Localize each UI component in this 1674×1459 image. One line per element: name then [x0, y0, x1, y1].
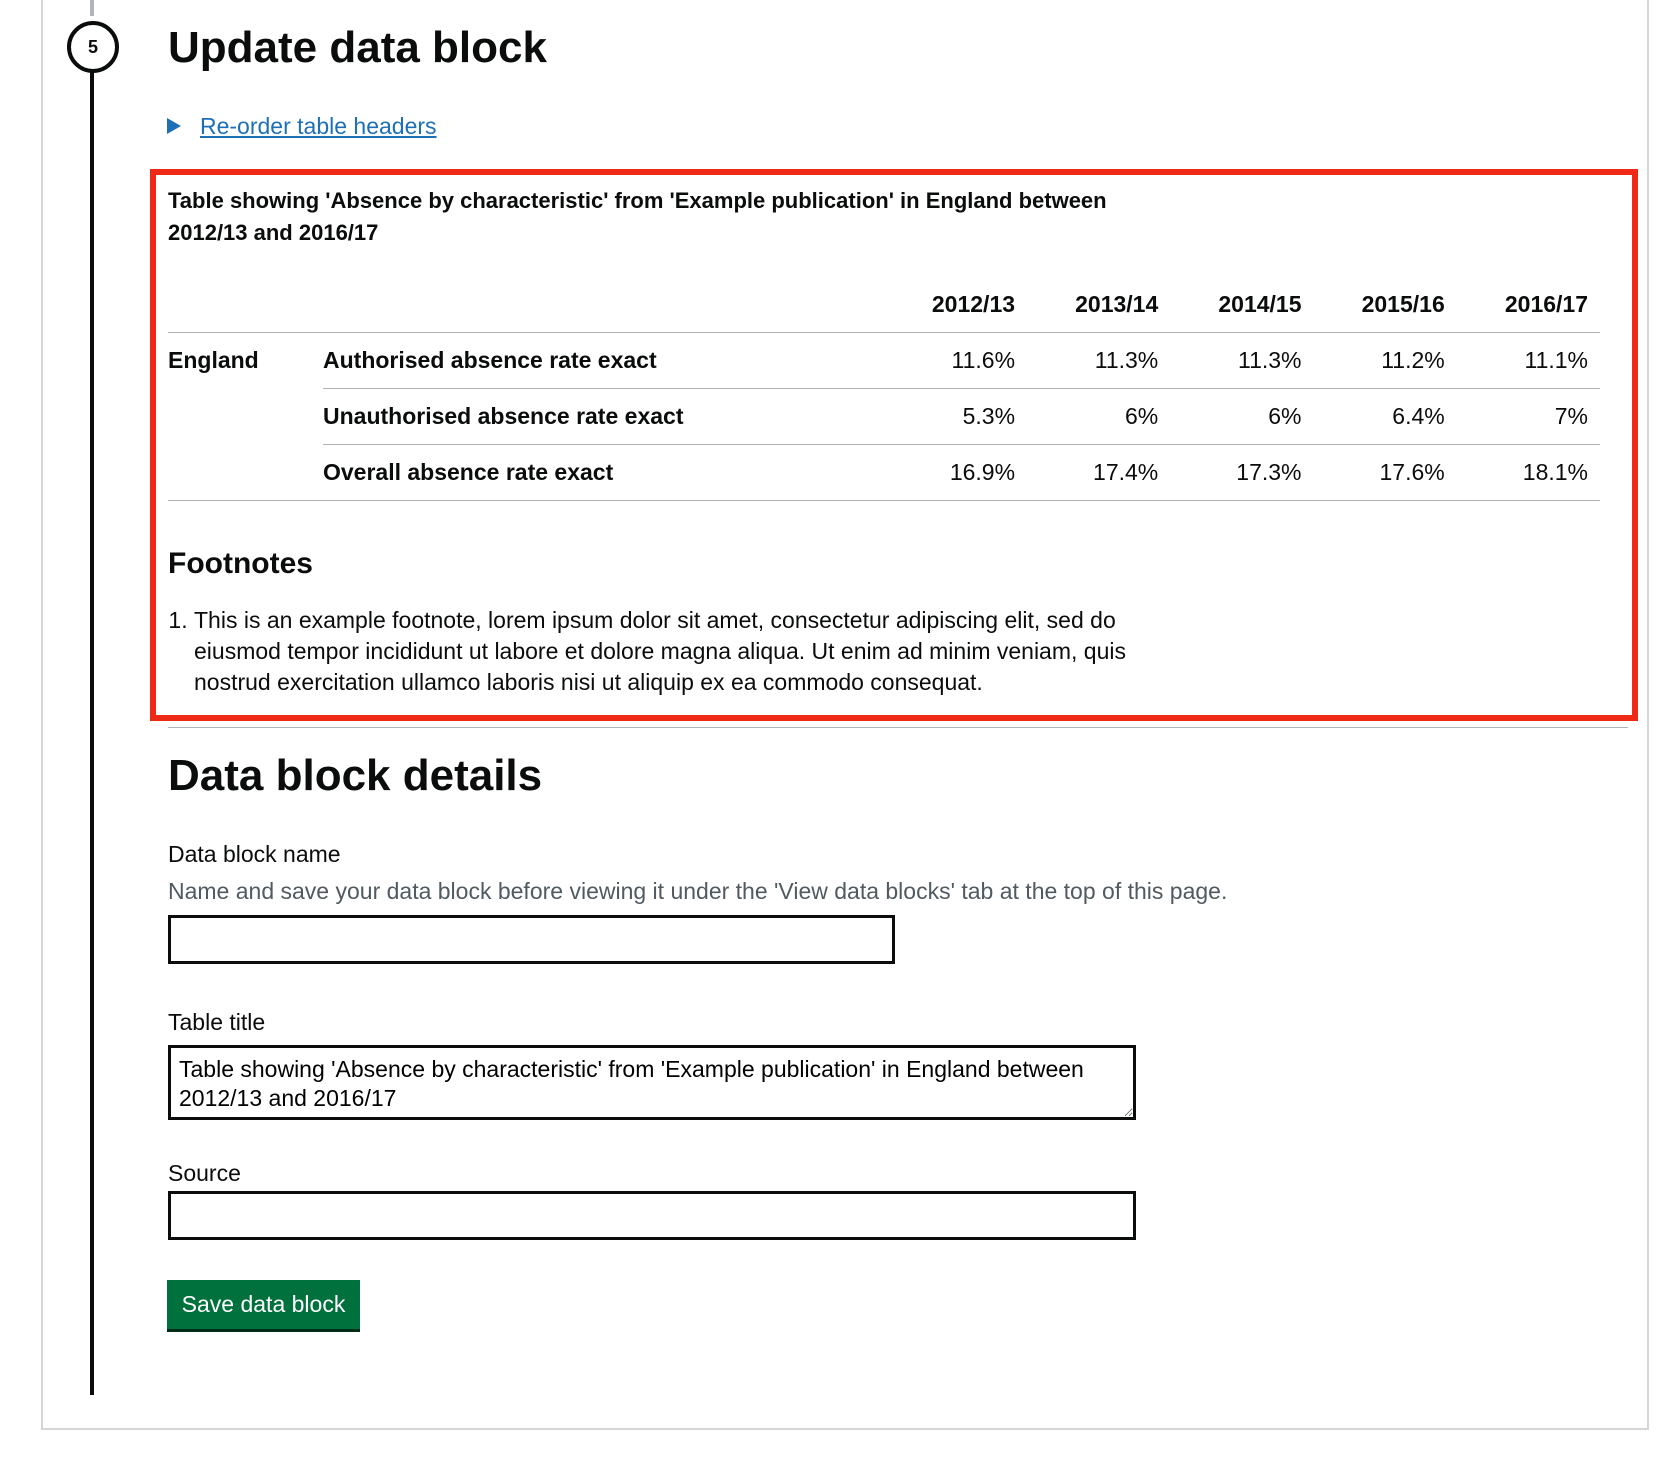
data-block-name-input[interactable] — [168, 915, 895, 964]
footnotes-heading: Footnotes — [168, 547, 313, 580]
table-cell: 17.3% — [1170, 444, 1314, 501]
triangle-right-icon — [167, 118, 181, 134]
table-cell: 11.1% — [1456, 332, 1600, 389]
data-block-name-hint: Name and save your data block before vie… — [168, 878, 1228, 904]
table-title-textarea[interactable]: Table showing 'Absence by characteristic… — [168, 1045, 1136, 1120]
table-cell: 6% — [1170, 388, 1314, 445]
column-header: 2016/17 — [1456, 277, 1600, 333]
data-block-name-label: Data block name — [168, 841, 341, 867]
reorder-headers-toggle[interactable]: Re-order table headers — [167, 111, 437, 141]
table-cell: 11.2% — [1313, 332, 1457, 389]
table-cell: 6% — [1027, 388, 1171, 445]
section-divider — [168, 727, 1628, 728]
table-title-label: Table title — [168, 1009, 266, 1035]
row-header: Unauthorised absence rate exact — [323, 388, 884, 445]
data-block-details-heading: Data block details — [168, 751, 543, 800]
header-spacer — [323, 277, 884, 333]
step-number: 5 — [87, 36, 98, 57]
table-cell: 17.6% — [1313, 444, 1457, 501]
footnotes-list: This is an example footnote, lorem ipsum… — [168, 605, 1174, 698]
table-row: Overall absence rate exact 16.9% 17.4% 1… — [168, 444, 1600, 501]
table-row: England Authorised absence rate exact 11… — [168, 332, 1600, 501]
row-header: Authorised absence rate exact — [323, 332, 884, 389]
save-data-block-button[interactable]: Save data block — [167, 1280, 360, 1329]
column-header: 2015/16 — [1313, 277, 1457, 333]
step-connector — [90, 72, 94, 1395]
column-header: 2014/15 — [1170, 277, 1314, 333]
source-input[interactable] — [168, 1191, 1136, 1240]
table-cell: 18.1% — [1456, 444, 1600, 501]
table-cell: 11.6% — [883, 332, 1028, 389]
table-cell: 7% — [1456, 388, 1600, 445]
row-header: Overall absence rate exact — [323, 444, 884, 501]
table-cell: 16.9% — [883, 444, 1028, 501]
step-connector-previous — [90, 0, 94, 16]
table-cell: 5.3% — [883, 388, 1028, 445]
table-row: Unauthorised absence rate exact 5.3% 6% … — [168, 388, 1600, 445]
table-cell: 6.4% — [1313, 388, 1457, 445]
step-number-badge: 5 — [67, 21, 119, 73]
table-cell: 17.4% — [1027, 444, 1171, 501]
column-header: 2012/13 — [883, 277, 1028, 333]
table-header-row: 2012/13 2013/14 2014/15 2015/16 2016/17 — [168, 277, 1600, 333]
data-table: 2012/13 2013/14 2014/15 2015/16 2016/17 … — [168, 277, 1600, 501]
step-title: Update data block — [168, 23, 547, 72]
table-cell: 11.3% — [1170, 332, 1314, 389]
footnote-item: This is an example footnote, lorem ipsum… — [194, 605, 1174, 698]
reorder-headers-link[interactable]: Re-order table headers — [200, 111, 437, 141]
source-label: Source — [168, 1160, 241, 1186]
table-cell: 11.3% — [1027, 332, 1171, 389]
row-group-header: England — [168, 332, 323, 501]
header-spacer — [168, 277, 323, 333]
table-caption: Table showing 'Absence by characteristic… — [168, 188, 1107, 245]
column-header: 2013/14 — [1027, 277, 1171, 333]
